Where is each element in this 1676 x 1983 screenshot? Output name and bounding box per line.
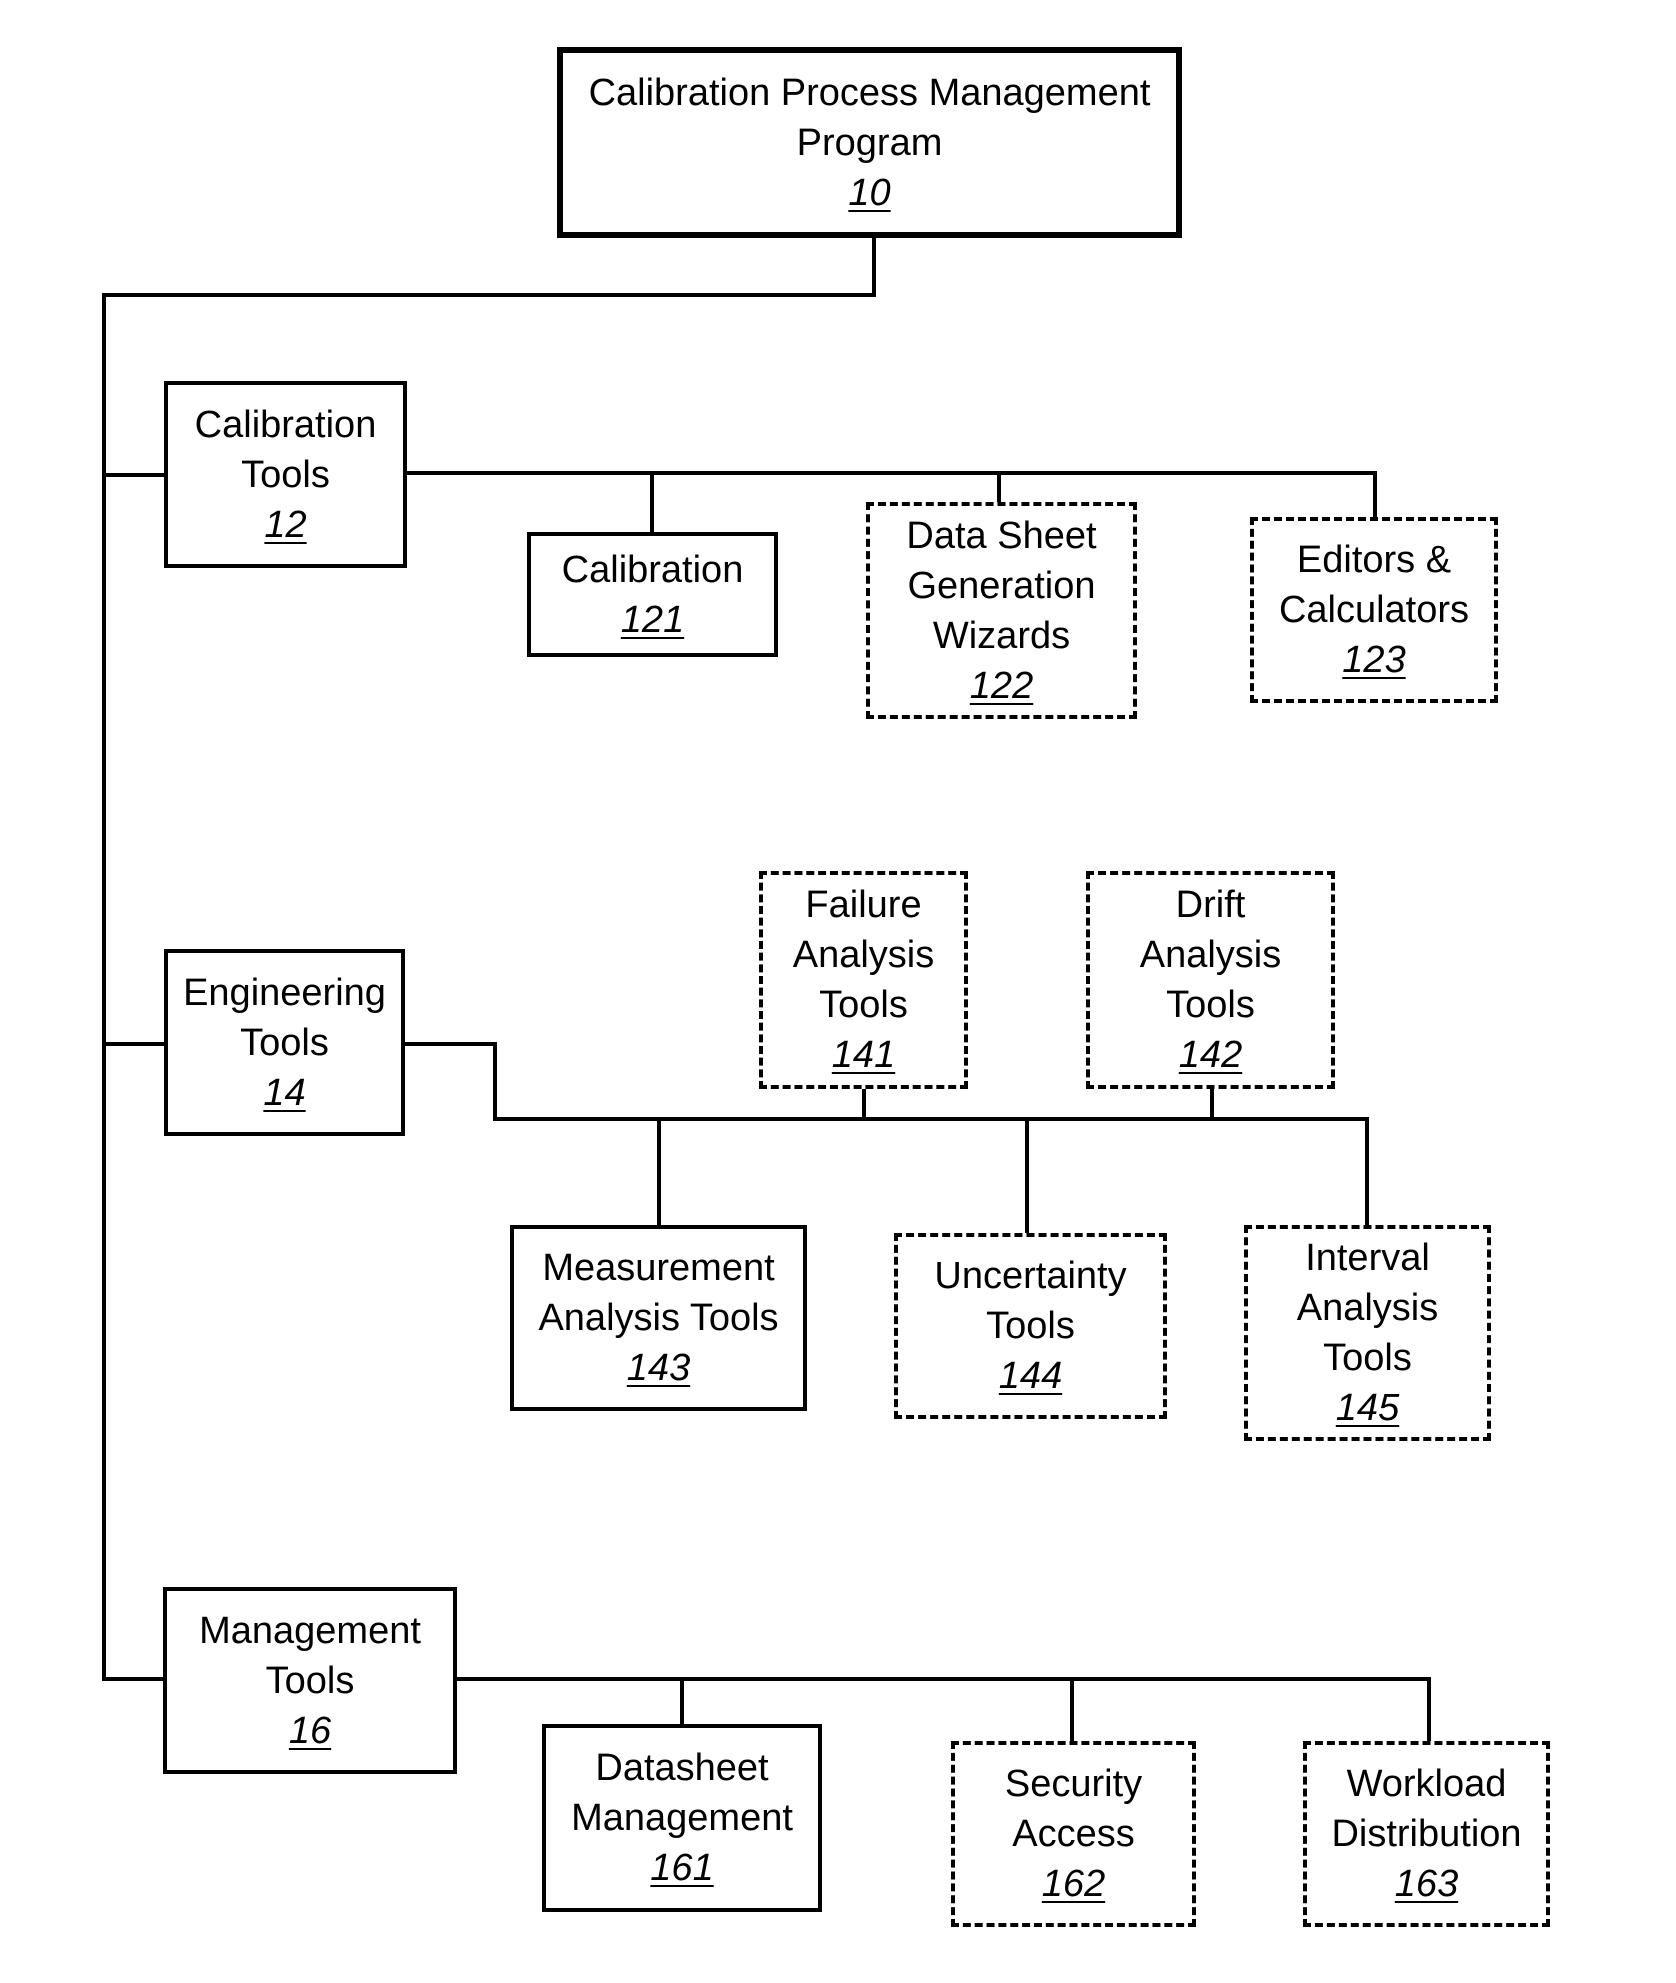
box-label-line: Calibration [561, 548, 744, 591]
box-calibration: Calibration 121 [527, 532, 778, 657]
box-label-line: Calibration [194, 403, 377, 446]
box-security-access: Security Access 162 [951, 1741, 1196, 1927]
reference-number: 142 [1178, 1034, 1243, 1076]
box-workload-distribution: Workload Distribution 163 [1303, 1741, 1550, 1927]
reference-number: 123 [1342, 639, 1406, 681]
box-label-line: Datasheet [595, 1747, 769, 1789]
box-label-line: Editors & [1296, 539, 1452, 581]
box-interval-analysis-tools: Interval Analysis Tools 145 [1244, 1225, 1491, 1441]
reference-number: 145 [1335, 1387, 1400, 1429]
reference-number: 161 [650, 1847, 714, 1889]
reference-number: 163 [1394, 1863, 1459, 1905]
box-uncertainty-tools: Uncertainty Tools 144 [894, 1233, 1167, 1419]
reference-number: 141 [831, 1034, 896, 1076]
reference-number: 12 [264, 503, 307, 546]
box-label-line: Drift [1175, 884, 1246, 926]
box-label-line: Tools [1166, 984, 1255, 1026]
box-label-line: Analysis [1296, 1287, 1439, 1329]
box-failure-analysis-tools: Failure Analysis Tools 141 [759, 871, 968, 1089]
box-label-line: Tools [240, 1021, 329, 1064]
box-label-line: Uncertainty [934, 1255, 1127, 1297]
reference-number: 162 [1041, 1863, 1106, 1905]
box-label-line: Management [199, 1609, 421, 1652]
reference-number: 14 [263, 1071, 306, 1114]
box-datasheet-management: Datasheet Management 161 [542, 1724, 822, 1912]
box-label-line: Tools [819, 984, 908, 1026]
box-measurement-analysis-tools: Measurement Analysis Tools 143 [510, 1225, 807, 1411]
box-calibration-process-management-program: Calibration Process Management Program 1… [557, 47, 1182, 238]
box-label-line: Tools [241, 453, 330, 496]
box-label-line: Analysis [1139, 934, 1282, 976]
reference-number: 16 [288, 1709, 332, 1752]
reference-number: 143 [626, 1347, 691, 1389]
reference-number: 144 [998, 1355, 1063, 1397]
box-drift-analysis-tools: Drift Analysis Tools 142 [1086, 871, 1335, 1089]
box-label-line: Program [796, 121, 943, 164]
box-label-line: Tools [986, 1305, 1075, 1347]
box-label-line: Measurement [542, 1247, 775, 1289]
reference-number: 121 [620, 598, 685, 641]
box-data-sheet-generation-wizards: Data Sheet Generation Wizards 122 [866, 502, 1137, 719]
box-label-line: Interval [1305, 1237, 1430, 1279]
box-label-line: Calculators [1278, 589, 1470, 631]
calibration-program-block-diagram: Calibration Process Management Program 1… [0, 0, 1676, 1983]
box-label-line: Analysis Tools [538, 1297, 779, 1339]
box-calibration-tools: Calibration Tools 12 [164, 381, 407, 568]
box-label-line: Management [571, 1797, 793, 1839]
box-label-line: Access [1012, 1813, 1135, 1855]
reference-number: 122 [969, 664, 1034, 707]
box-label-line: Security [1004, 1763, 1143, 1805]
box-label-line: Tools [1323, 1337, 1412, 1379]
reference-number: 10 [848, 171, 891, 214]
box-label-line: Workload [1346, 1763, 1507, 1805]
box-label-line: Failure [805, 884, 922, 926]
box-label-line: Generation [907, 564, 1096, 607]
box-label-line: Data Sheet [906, 514, 1097, 557]
box-label-line: Engineering [183, 971, 386, 1014]
box-label-line: Tools [265, 1659, 355, 1702]
box-label-line: Distribution [1331, 1813, 1522, 1855]
box-label-line: Calibration Process Management [588, 71, 1151, 114]
box-editors-and-calculators: Editors & Calculators 123 [1250, 517, 1498, 703]
box-engineering-tools: Engineering Tools 14 [164, 949, 405, 1136]
box-management-tools: Management Tools 16 [163, 1587, 457, 1774]
box-label-line: Analysis [792, 934, 935, 976]
box-label-line: Wizards [932, 614, 1071, 657]
